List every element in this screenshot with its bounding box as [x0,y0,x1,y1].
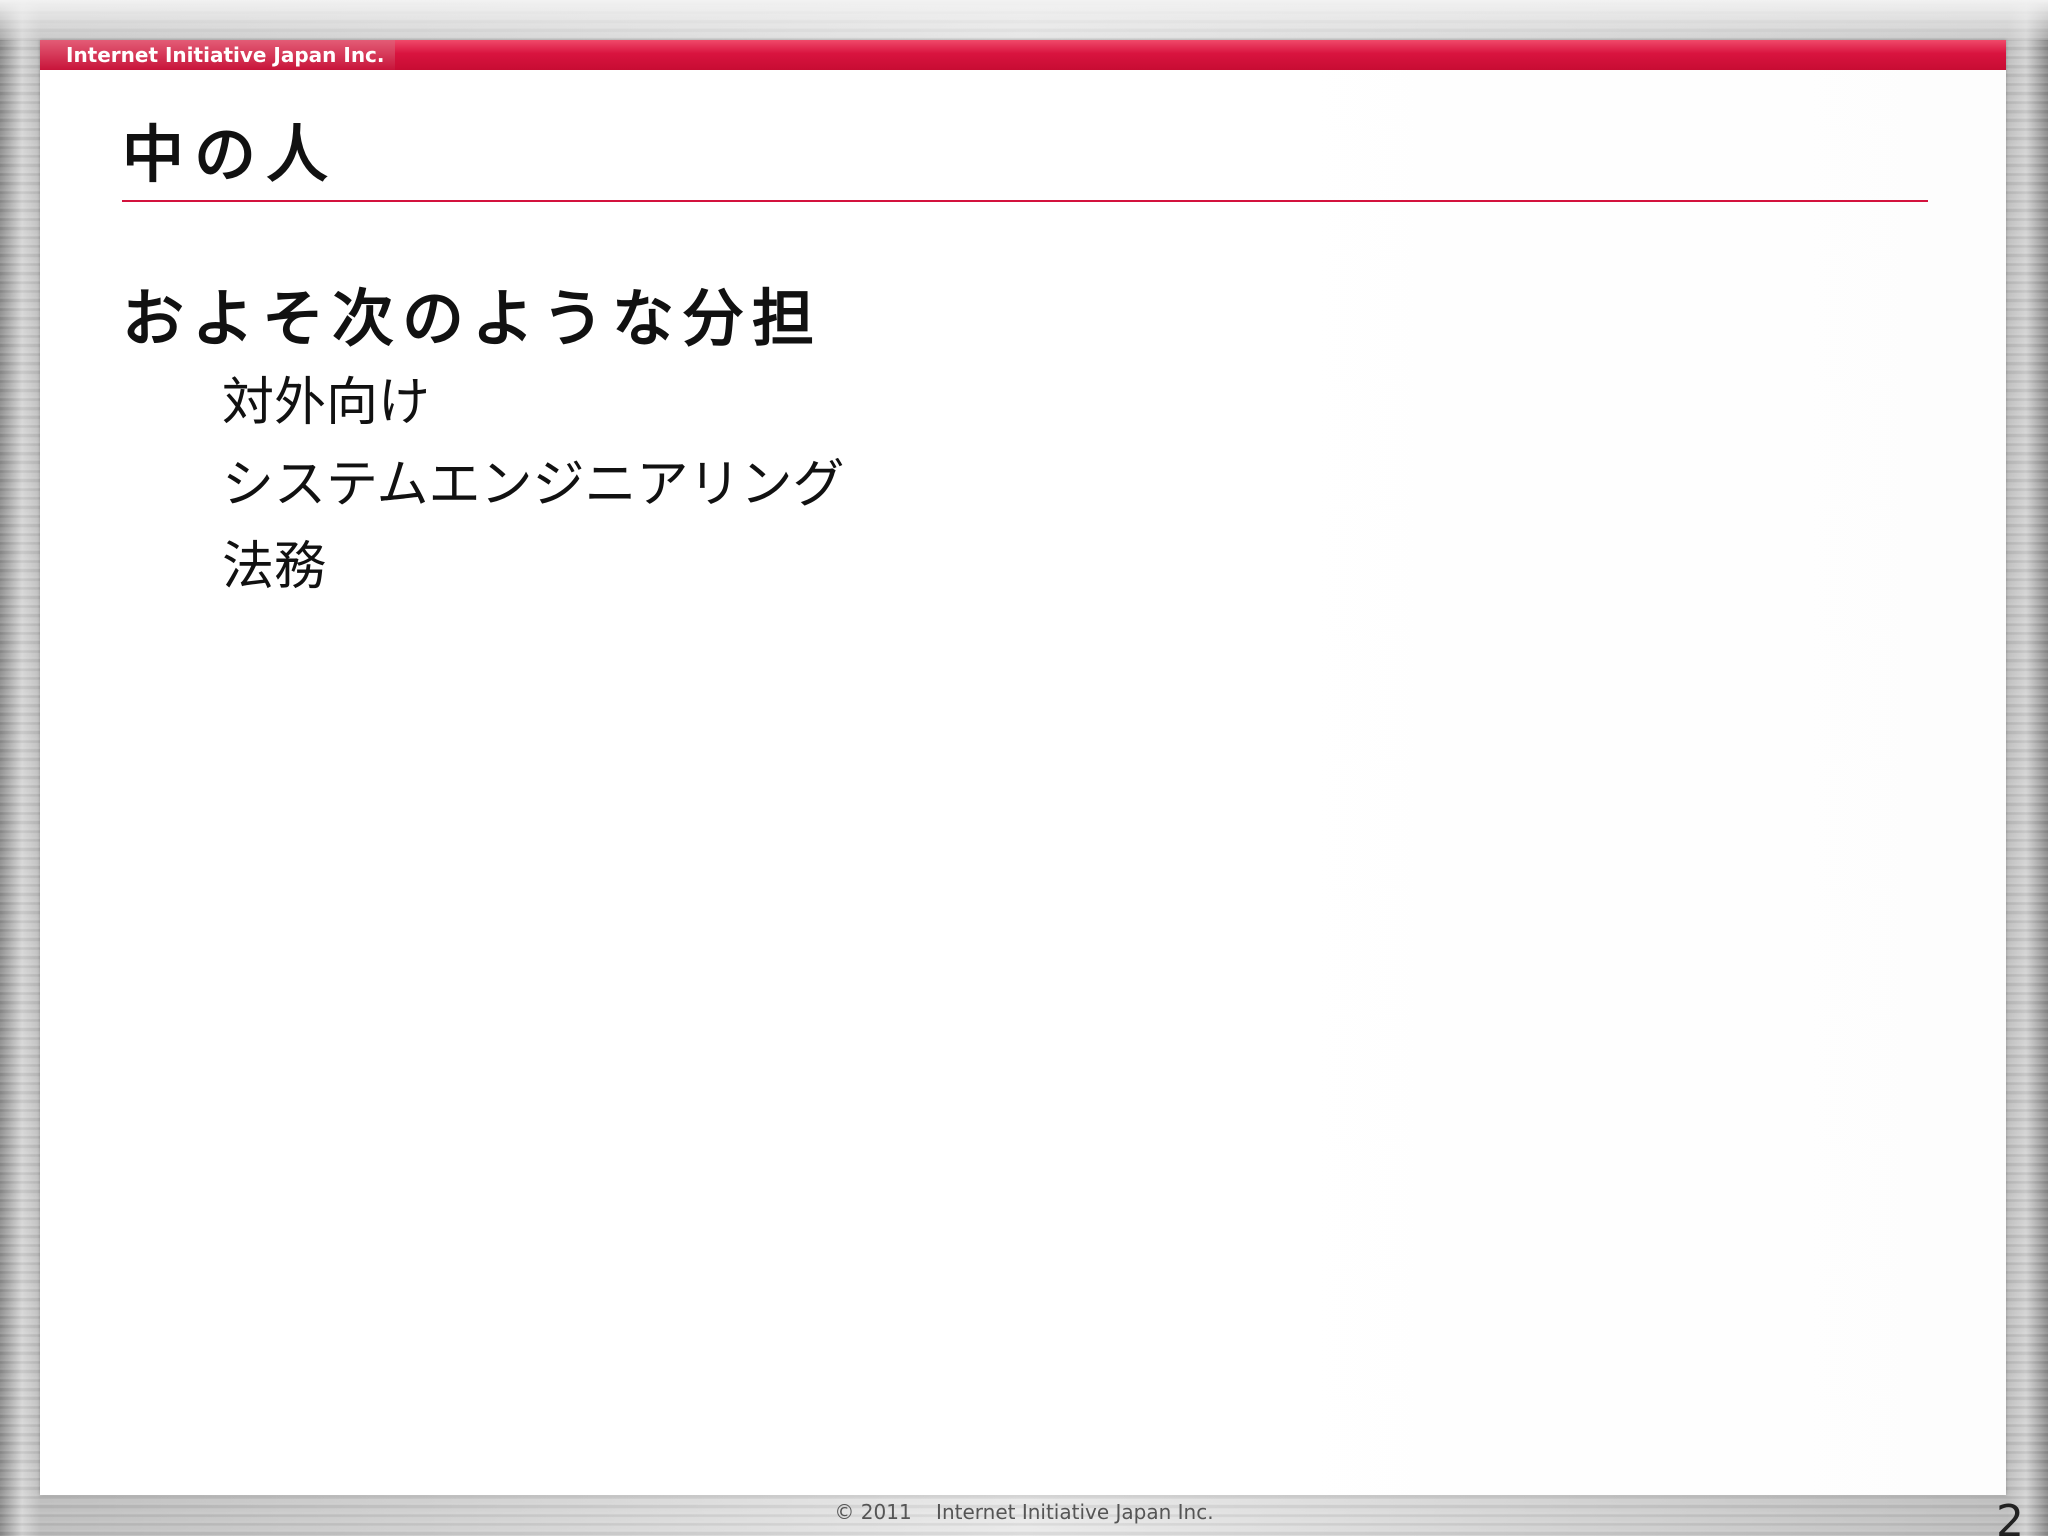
title-underline [122,200,1928,202]
sub-bullet-item: 法務 [222,537,327,598]
header-company-name: Internet Initiative Japan Inc. [40,40,395,70]
lead-bullet: およそ次のような分担 [122,282,823,355]
top-sheen [0,0,2048,40]
copyright-mark: © [834,1500,855,1524]
sub-bullet-list: 対外向け システムエンジニアリング 法務 [122,362,844,608]
page-number: 2 [1996,1496,2024,1536]
slide-title: 中の人 [122,118,339,191]
sub-bullet-item: 対外向け [222,373,431,434]
slide-background: { "header": { "company": "Internet Initi… [0,0,2048,1536]
slide-content: およそ次のような分担 対外向け システムエンジニアリング 法務 [122,282,844,608]
copyright-year: 2011 [860,1500,912,1524]
sub-bullet-item: システムエンジニアリング [222,455,845,516]
footer-copyright: © 2011 Internet Initiative Japan Inc. [0,1500,2048,1524]
slide: Internet Initiative Japan Inc. 中の人 およそ次の… [40,40,2006,1495]
footer-company-name: Internet Initiative Japan Inc. [936,1500,1214,1524]
